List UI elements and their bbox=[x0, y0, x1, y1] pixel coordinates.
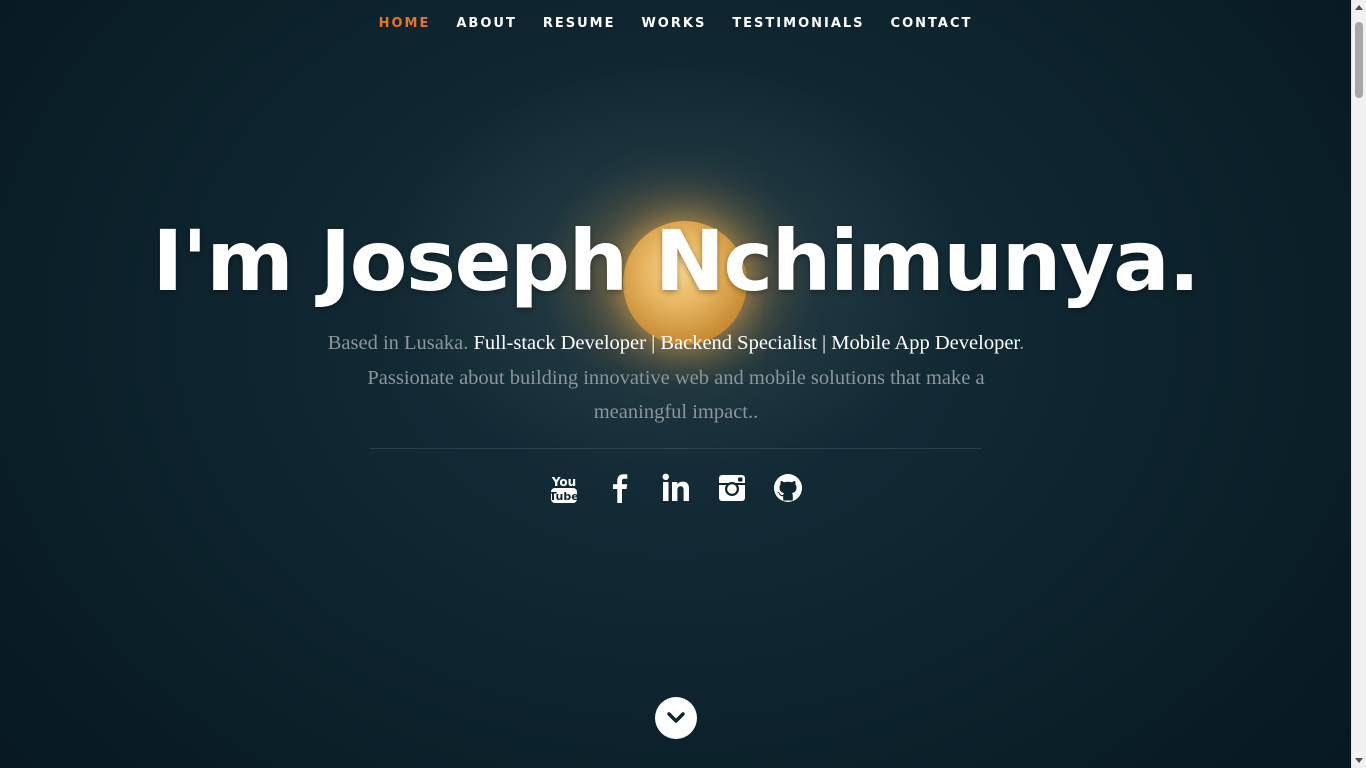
nav-about[interactable]: ABOUT bbox=[456, 16, 516, 31]
github-link[interactable] bbox=[771, 470, 805, 506]
github-icon bbox=[773, 474, 802, 502]
hero-headline: I'm Joseph Nchimunya. bbox=[152, 212, 1200, 310]
scrollbar-thumb[interactable] bbox=[1355, 22, 1363, 98]
youtube-link[interactable]: You Tube bbox=[547, 470, 581, 506]
instagram-icon bbox=[718, 475, 745, 501]
scroll-down-arrow-icon[interactable] bbox=[1355, 758, 1363, 763]
instagram-link[interactable] bbox=[715, 470, 749, 506]
chevron-down-icon bbox=[667, 712, 685, 723]
nav-works[interactable]: WORKS bbox=[641, 16, 706, 31]
facebook-link[interactable] bbox=[603, 470, 637, 506]
youtube-icon: You Tube bbox=[549, 475, 578, 503]
vertical-scrollbar[interactable] bbox=[1351, 0, 1366, 768]
hero-intro: Based in Lusaka. Full-stack Developer | … bbox=[326, 326, 1026, 430]
social-links: You Tube bbox=[0, 470, 1351, 506]
facebook-icon bbox=[612, 474, 627, 503]
hero-section: HOME ABOUT RESUME WORKS TESTIMONIALS CON… bbox=[0, 0, 1351, 768]
scroll-down-button[interactable] bbox=[655, 697, 697, 739]
nav-testimonials[interactable]: TESTIMONIALS bbox=[732, 16, 864, 31]
svg-text:Tube: Tube bbox=[549, 490, 578, 503]
svg-text:You: You bbox=[550, 475, 575, 489]
main-navigation: HOME ABOUT RESUME WORKS TESTIMONIALS CON… bbox=[0, 0, 1351, 46]
nav-home[interactable]: HOME bbox=[379, 16, 431, 31]
linkedin-icon bbox=[662, 473, 689, 501]
intro-location: Based in Lusaka. bbox=[327, 332, 474, 354]
scroll-up-arrow-icon[interactable] bbox=[1355, 5, 1363, 10]
divider bbox=[370, 448, 981, 449]
intro-roles: Full-stack Developer | Backend Specialis… bbox=[473, 332, 1020, 354]
nav-contact[interactable]: CONTACT bbox=[891, 16, 973, 31]
nav-resume[interactable]: RESUME bbox=[543, 16, 616, 31]
linkedin-link[interactable] bbox=[659, 470, 693, 506]
